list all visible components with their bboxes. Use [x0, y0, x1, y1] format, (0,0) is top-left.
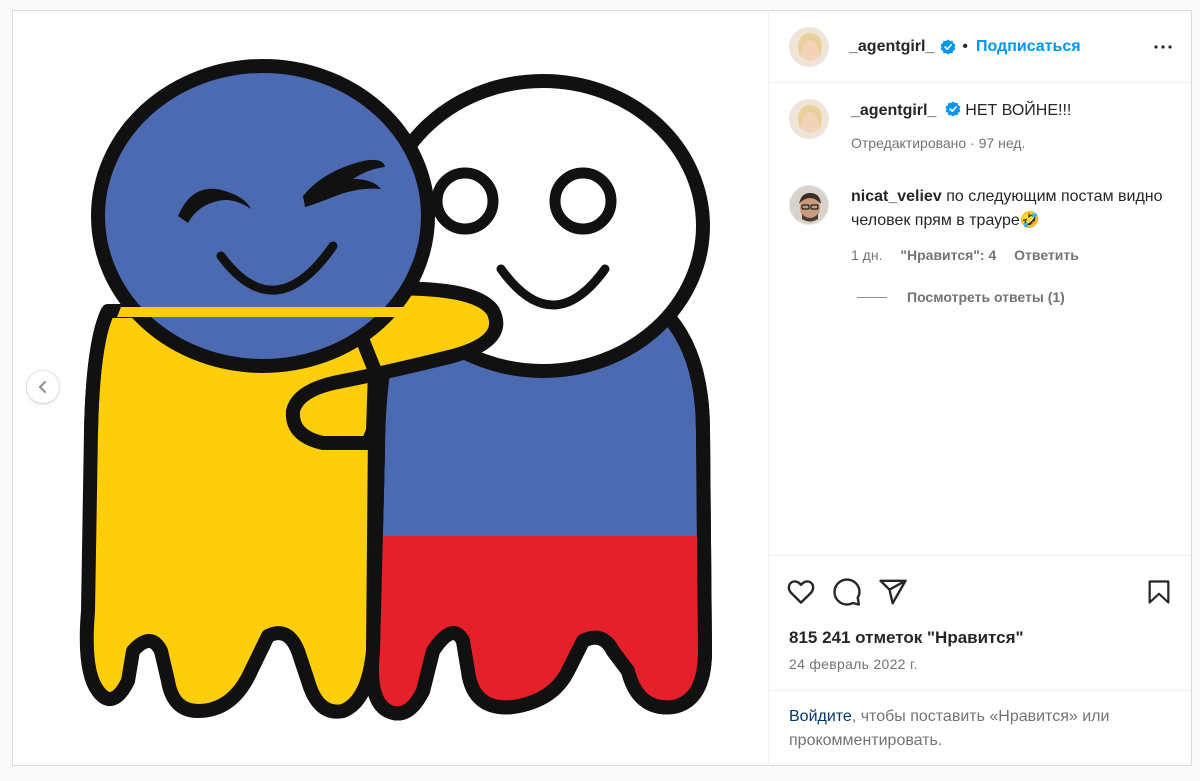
comments-section: _agentgirl_ НЕТ ВОЙНЕ!!! Отредактировано…: [769, 83, 1191, 555]
separator-dot: •: [962, 37, 968, 55]
caption-author-avatar[interactable]: [789, 99, 829, 139]
avatar-image: [790, 100, 828, 138]
follow-button[interactable]: Подписаться: [976, 38, 1081, 56]
likes-count[interactable]: 815 241 отметок "Нравится": [789, 628, 1171, 648]
author-username[interactable]: _agentgirl_: [849, 38, 934, 56]
share-button[interactable]: [877, 576, 909, 608]
comment-button[interactable]: [831, 576, 863, 608]
bookmark-icon: [1148, 580, 1170, 604]
heart-icon: [787, 580, 815, 604]
view-replies-label: Посмотреть ответы (1): [907, 289, 1065, 305]
action-bar: [787, 556, 1171, 628]
more-options-icon: [1154, 44, 1172, 49]
save-button[interactable]: [1143, 576, 1175, 608]
comment-time[interactable]: 1 дн.: [851, 247, 882, 263]
login-prompt: Войдите, чтобы поставить «Нравится» или …: [769, 690, 1191, 765]
character-ukraine-head: [91, 59, 435, 373]
caption-username[interactable]: _agentgirl_: [851, 102, 936, 119]
view-replies-button[interactable]: Посмотреть ответы (1): [857, 289, 1171, 305]
verified-badge-icon: [945, 101, 961, 117]
comment-icon: [833, 578, 861, 606]
reply-button[interactable]: Ответить: [1014, 247, 1079, 263]
comment-likes[interactable]: "Нравится": 4: [900, 247, 996, 263]
comment-meta: 1 дн. "Нравится": 4 Ответить: [851, 243, 1171, 267]
post-card: _agentgirl_ • Подписаться _agentgirl_ НЕ…: [12, 10, 1192, 766]
chevron-left-icon: [39, 381, 46, 393]
caption-meta: Отредактировано · 97 нед.: [851, 135, 1026, 151]
commenter-avatar[interactable]: [789, 185, 829, 225]
post-image: [79, 59, 712, 721]
more-options-button[interactable]: [1151, 35, 1175, 59]
post-header: _agentgirl_ • Подписаться: [769, 11, 1191, 83]
author-avatar[interactable]: [789, 26, 829, 67]
post-media[interactable]: [13, 11, 769, 765]
post-date[interactable]: 24 февраль 2022 г.: [789, 656, 1171, 672]
commenter-username[interactable]: nicat_veliev: [851, 188, 942, 205]
login-link[interactable]: Войдите: [789, 708, 852, 725]
character-ukraine-body: [79, 304, 385, 719]
like-button[interactable]: [785, 576, 817, 608]
post-footer: 815 241 отметок "Нравится" 24 февраль 20…: [769, 555, 1191, 765]
previous-slide-button[interactable]: [27, 371, 59, 403]
replies-divider: [857, 296, 887, 298]
avatar-image: [790, 27, 828, 66]
character-russia-eye-left: [431, 167, 499, 235]
character-russia-eye-right: [549, 167, 617, 235]
caption-text: НЕТ ВОЙНЕ!!!: [965, 102, 1072, 119]
verified-badge-icon: [940, 39, 956, 54]
post-sidebar: _agentgirl_ • Подписаться _agentgirl_ НЕ…: [769, 11, 1191, 765]
caption: _agentgirl_ НЕТ ВОЙНЕ!!! Отредактировано…: [789, 99, 1171, 155]
comment-item: nicat_veliev по следующим постам видно ч…: [789, 185, 1171, 267]
avatar-image: [790, 186, 828, 224]
share-icon: [879, 579, 907, 605]
